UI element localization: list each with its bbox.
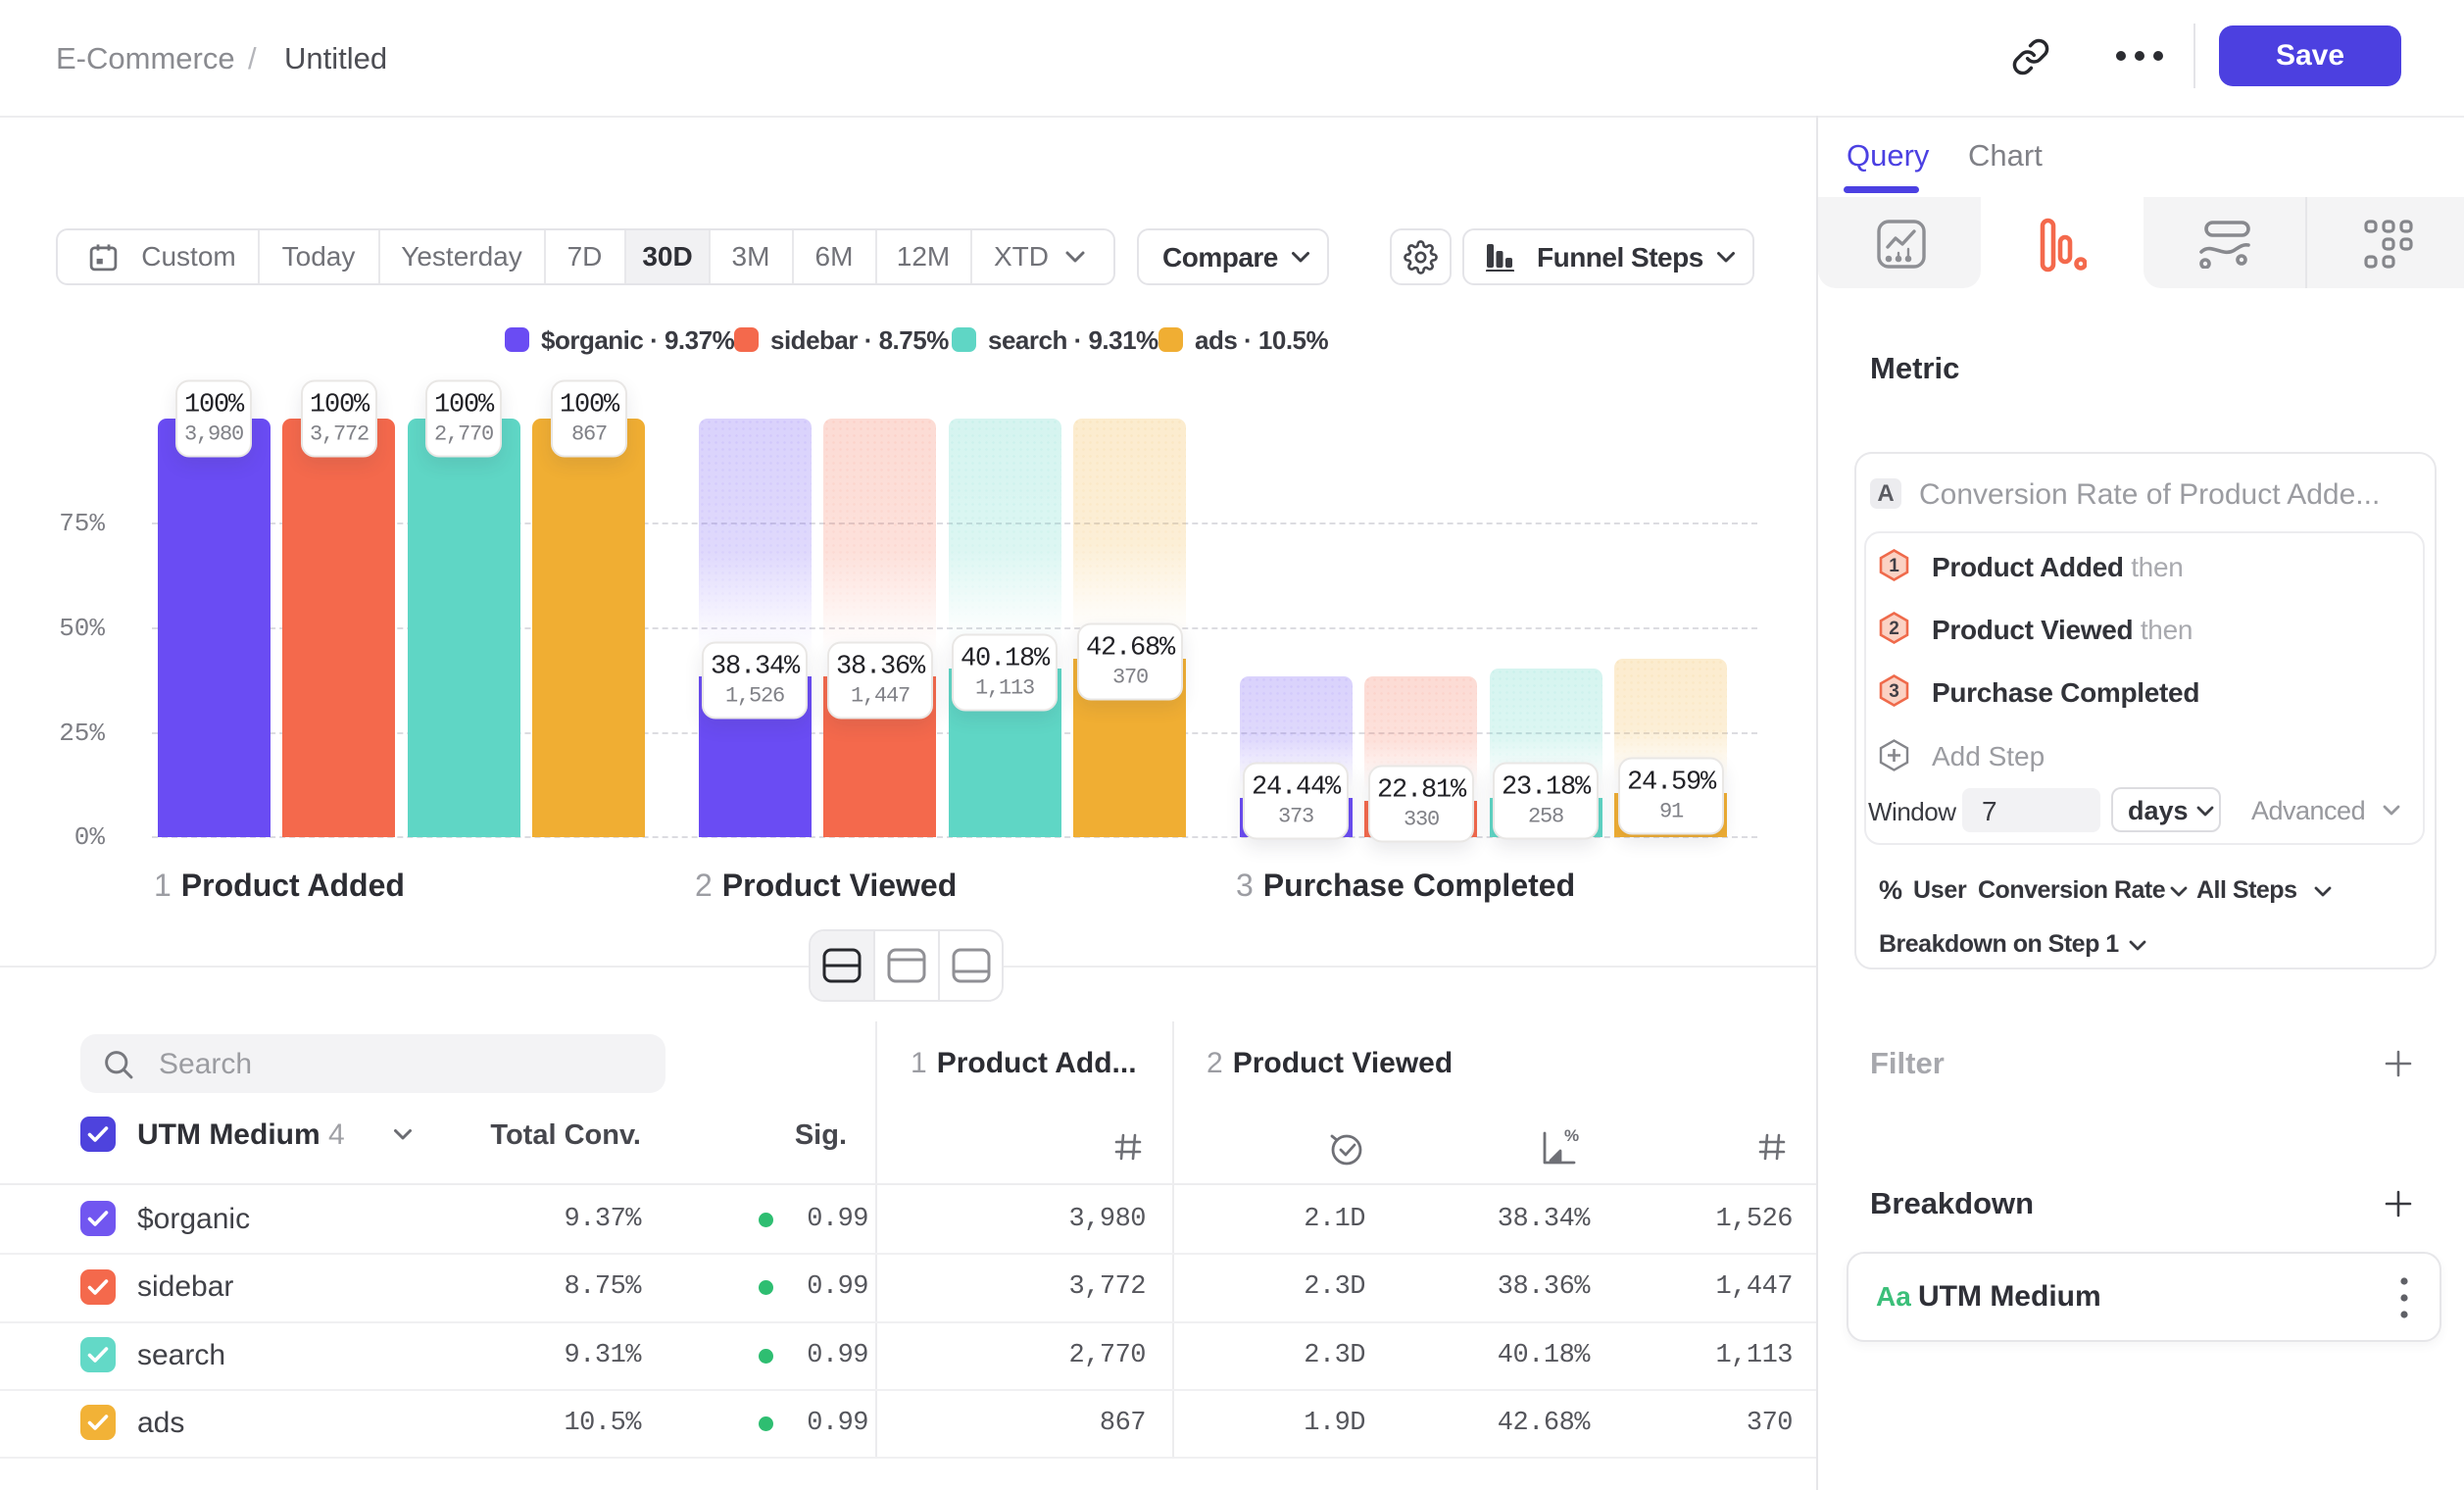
svg-text:3: 3 <box>1889 681 1899 702</box>
svg-text:2: 2 <box>1889 619 1899 639</box>
svg-text:1: 1 <box>1889 556 1899 576</box>
svg-text:%: % <box>1564 1126 1579 1145</box>
